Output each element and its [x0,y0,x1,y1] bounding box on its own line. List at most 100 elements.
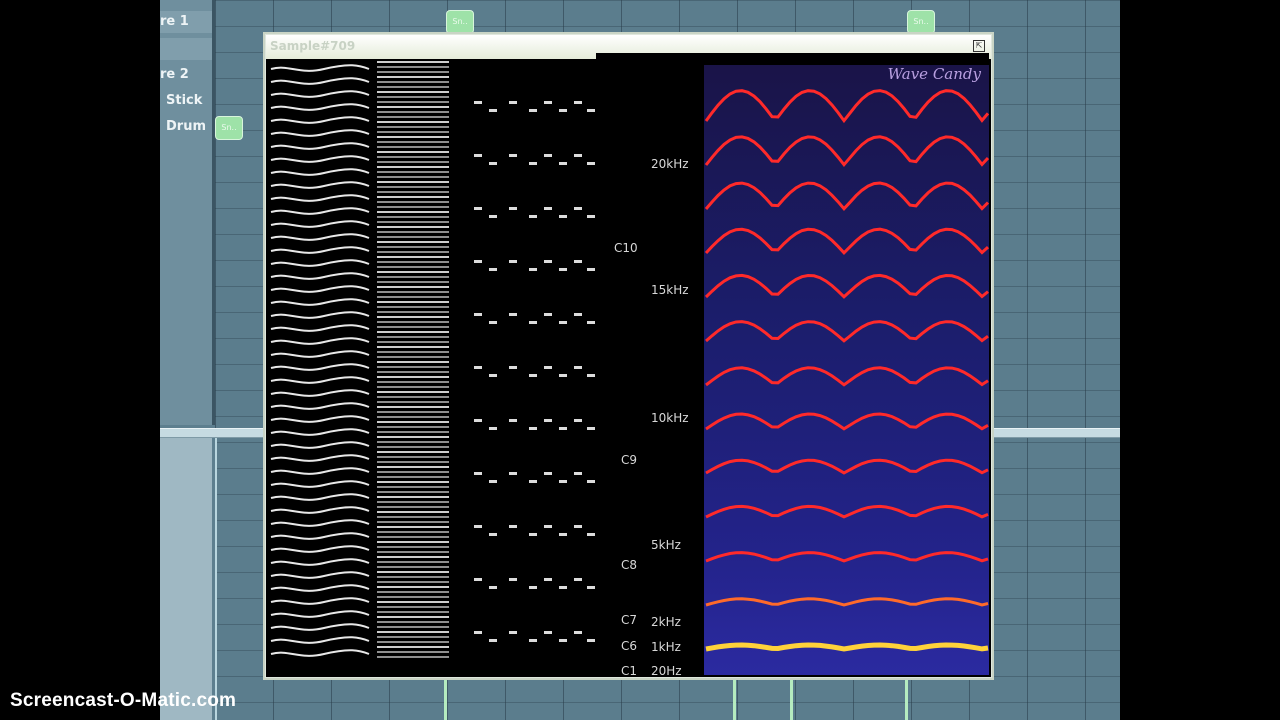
waveform-stripe [587,639,595,642]
waveform-stripe [377,426,449,428]
waveform-stripe [489,109,497,112]
waveform-stripe [377,156,449,158]
waveform-stripe [474,419,482,422]
waveform-stripe [377,496,449,498]
waveform-stripe [529,215,537,218]
waveform-stripe [270,376,370,384]
waveform-stripe [377,541,449,543]
waveform-stripe [544,631,552,634]
freq-label-15khz: 15kHz [651,283,689,297]
waveform-stripe [489,215,497,218]
waveform-stripe [377,551,449,553]
plugin-title: Sample#709 [270,39,356,53]
track-label-2[interactable] [160,38,212,60]
waveform-stripe [270,259,370,267]
note-label-c9: C9 [621,453,638,467]
waveform-stripe [377,251,449,253]
waveform-stripe [377,171,449,173]
track-label-4[interactable]: Stick [160,90,212,112]
waveform-stripe [377,376,449,378]
track-label-5[interactable]: Drum [160,116,212,138]
waveform-stripe [587,162,595,165]
pattern-clip[interactable]: Sn.. [215,116,243,140]
waveform-stripe [474,260,482,263]
waveform-stripe [544,472,552,475]
waveform-stripe [270,506,370,514]
waveform-stripe [377,136,449,138]
waveform-stripe [529,321,537,324]
waveform-stripe [377,421,449,423]
waveform-stripe [377,346,449,348]
harmonic-curve [704,135,989,168]
waveform-stripe [377,636,449,638]
waveform-stripe [377,66,449,68]
waveform-stripe [509,366,517,369]
waveform-stripe [529,162,537,165]
waveform-stripe [377,381,449,383]
waveform-stripe [377,481,449,483]
waveform-stripe [377,356,449,358]
harmonic-curve [705,642,989,652]
waveform-stripe [377,121,449,123]
waveform-stripe [270,129,370,137]
waveform-stripe [559,639,567,642]
waveform-stripe [544,366,552,369]
track-label-1[interactable]: re 1 [160,11,212,33]
waveform-stripe [587,109,595,112]
waveform-stripe [587,268,595,271]
waveform-stripe [270,324,370,332]
waveform-stripe [377,301,449,303]
waveform-stripe [270,441,370,449]
waveform-stripe [270,610,370,618]
pattern-clip[interactable]: Sn.. [446,10,474,34]
waveform-stripe [377,366,449,368]
waveform-stripe [377,556,449,558]
track-label-3[interactable]: re 2 [160,64,212,86]
waveform-stripe [587,215,595,218]
waveform-stripe [270,649,370,657]
track-list: re 1 re 2 Stick Drum [160,0,215,425]
waveform-stripe [377,161,449,163]
waveform-stripe [270,90,370,98]
waveform-stripe [574,472,582,475]
waveform-stripe [377,591,449,593]
waveform-stripe [377,581,449,583]
waveform-stripe [377,86,449,88]
waveform-stripe [270,194,370,202]
wave-candy-window[interactable]: Sample#709 ⇱ Wave Candy C10 C9 C8 C7 C6 … [265,34,992,678]
waveform-stripe [377,281,449,283]
waveform-stripe [489,321,497,324]
waveform-stripe [559,586,567,589]
pattern-clip[interactable]: Sn.. [907,10,935,34]
detach-icon[interactable]: ⇱ [973,40,985,52]
waveform-stripe [270,246,370,254]
waveform-stripe [377,396,449,398]
waveform-stripe [559,162,567,165]
freq-label-10khz: 10kHz [651,411,689,425]
waveform-stripe [377,466,449,468]
harmonic-curve [705,458,989,475]
waveform-stripe [489,374,497,377]
waveform-stripe [377,446,449,448]
freq-label-2khz: 2kHz [651,615,681,629]
waveform-stripe [270,272,370,280]
waveform-stripe [377,291,449,293]
waveform-stripe [270,181,370,189]
waveform-stripe [270,298,370,306]
freq-label-20hz: 20Hz [651,664,682,675]
waveform-stripe [270,493,370,501]
waveform-stripe [377,226,449,228]
waveform-stripe [270,584,370,592]
waveform-stripe [377,61,449,63]
waveform-stripe [377,206,449,208]
note-line [733,676,736,720]
waveform-stripe [270,623,370,631]
waveform-stripe [377,141,449,143]
waveform-stripe [574,525,582,528]
note-label-c7: C7 [621,613,638,627]
waveform-stripe [377,491,449,493]
freq-label-20khz: 20kHz [651,157,689,171]
waveform-stripe [377,531,449,533]
waveform-stripe [270,64,370,72]
waveform-display [269,61,609,673]
